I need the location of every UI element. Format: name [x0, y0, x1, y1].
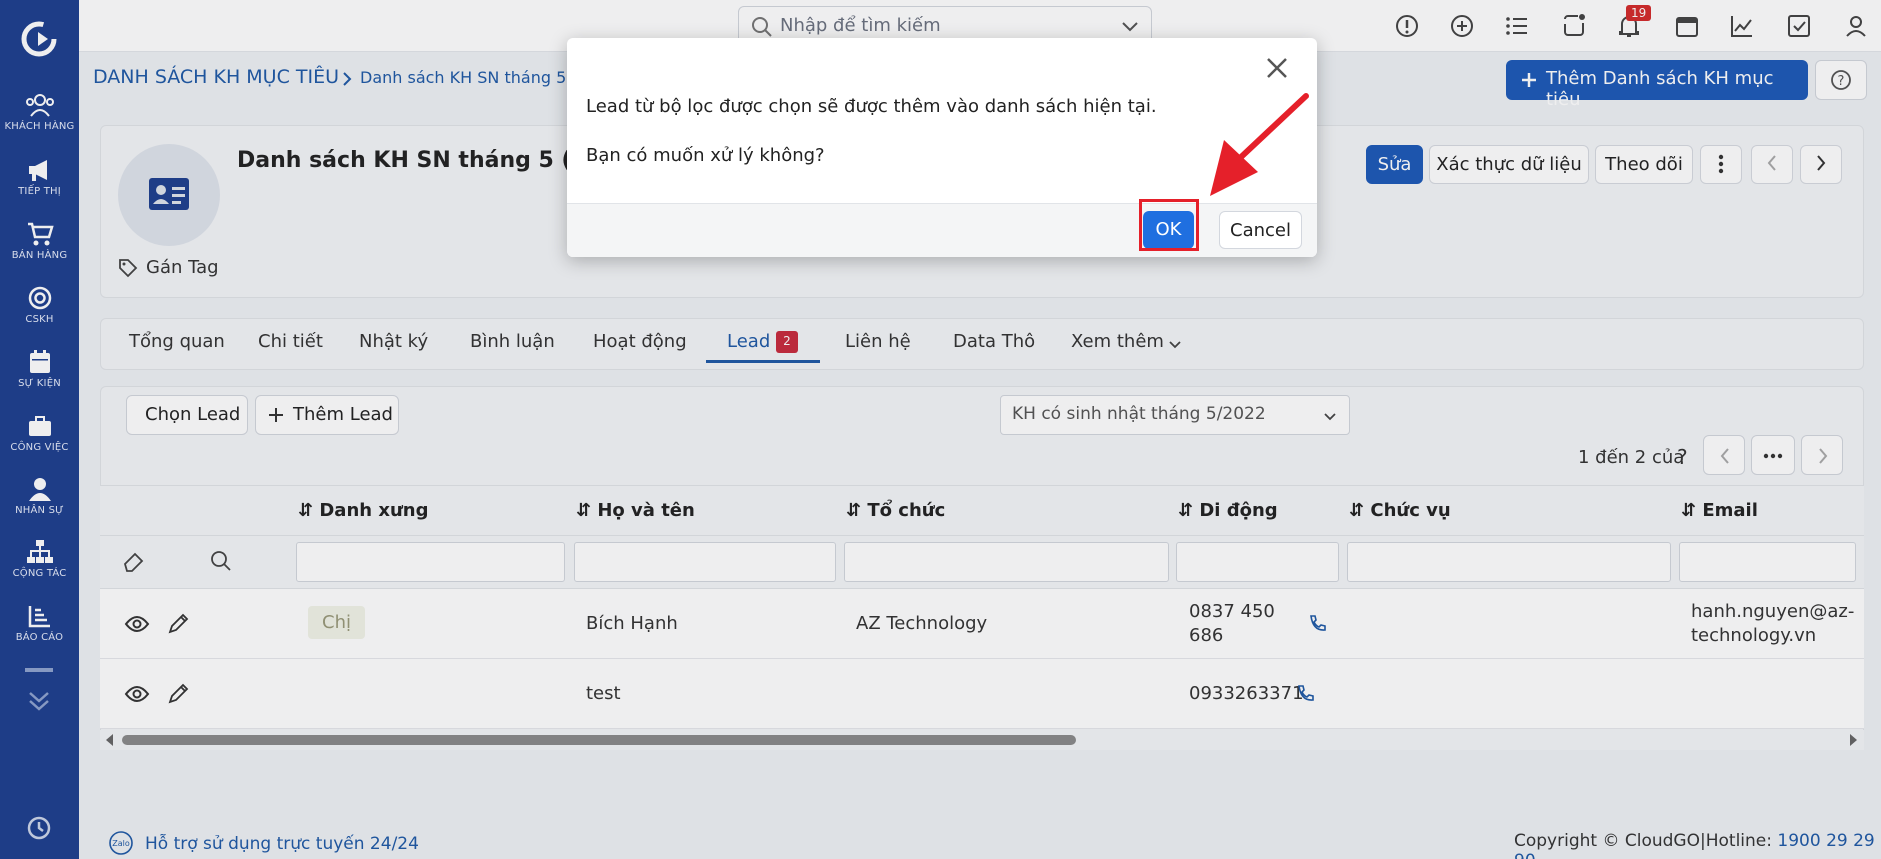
dialog-footer	[567, 203, 1317, 257]
cancel-button-label: Cancel	[1230, 220, 1291, 241]
ok-button-highlight-box	[1139, 199, 1199, 251]
close-icon[interactable]	[1265, 56, 1289, 80]
dialog-message-line2: Bạn có muốn xử lý không?	[586, 145, 825, 166]
dialog-message-line1: Lead từ bộ lọc được chọn sẽ được thêm và…	[586, 96, 1157, 117]
cancel-button[interactable]: Cancel	[1219, 211, 1302, 249]
annotation-arrow-icon	[1210, 93, 1309, 196]
